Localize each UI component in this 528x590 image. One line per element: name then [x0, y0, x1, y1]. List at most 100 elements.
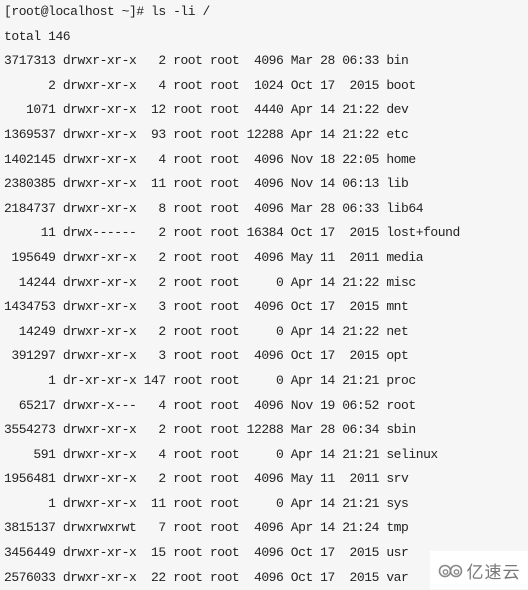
entry-group: root [202, 176, 240, 192]
entry-inode: 14249 [4, 323, 56, 339]
entry-owner: root [165, 102, 203, 118]
cloud-logo-icon [438, 564, 462, 578]
entry-time: 21:22 [334, 274, 379, 290]
entry-perms: drwxr-xr-x [55, 200, 137, 216]
entry-size: 1024 [239, 77, 284, 93]
entry-name: tmp [378, 520, 409, 536]
entry-owner: root [165, 446, 203, 462]
entry-time: 21:22 [334, 102, 379, 118]
entry-perms: drwxr-xr-x [55, 569, 137, 585]
entry-owner: root [165, 397, 203, 413]
entry-owner: root [165, 225, 203, 241]
list-item: 1369537 drwxr-xr-x 93 root root 12288 Ap… [4, 123, 528, 148]
entry-links: 2 [136, 249, 166, 265]
entry-group: root [202, 53, 240, 69]
entry-day: 28 [312, 53, 335, 69]
entry-name: sys [378, 495, 409, 511]
entry-month: Mar [283, 53, 314, 69]
entry-group: root [202, 102, 240, 118]
list-item: 1956481 drwxr-xr-x 2 root root 4096 May … [4, 467, 528, 492]
entry-month: Apr [283, 372, 314, 388]
entry-time: 2015 [334, 225, 380, 241]
entry-inode: 2 [4, 77, 56, 93]
entry-time: 21:22 [334, 323, 379, 339]
entry-perms: drwxr-x--- [55, 397, 137, 413]
entry-day: 14 [312, 323, 335, 339]
entry-inode: 1369537 [4, 126, 56, 142]
entry-name: var [378, 569, 409, 585]
entry-name: lib [378, 176, 409, 192]
entry-size: 4096 [239, 545, 284, 561]
entry-perms: drwxr-xr-x [55, 545, 137, 561]
entry-time: 2011 [334, 471, 380, 487]
entry-name: lost+found [378, 225, 460, 241]
entry-name: boot [378, 77, 416, 93]
entry-day: 14 [312, 274, 335, 290]
entry-group: root [202, 274, 240, 290]
entry-inode: 3717313 [4, 53, 56, 69]
entry-size: 4096 [239, 53, 284, 69]
total-line: total 146 [4, 28, 71, 44]
entry-size: 0 [239, 274, 284, 290]
entry-size: 4440 [239, 102, 284, 118]
entry-day: 14 [312, 372, 335, 388]
entry-time: 22:05 [334, 151, 379, 167]
entry-month: Apr [283, 126, 314, 142]
entry-day: 18 [312, 151, 335, 167]
entry-month: Apr [283, 446, 314, 462]
entry-perms: drwxr-xr-x [55, 176, 137, 192]
entry-size: 4096 [239, 200, 284, 216]
entry-perms: drwx------ [55, 225, 137, 241]
entry-links: 8 [136, 200, 166, 216]
entry-size: 4096 [239, 397, 284, 413]
entry-group: root [202, 77, 240, 93]
entry-inode: 14244 [4, 274, 56, 290]
entry-inode: 391297 [4, 348, 56, 364]
entry-owner: root [165, 151, 203, 167]
entry-size: 0 [239, 372, 284, 388]
entry-inode: 195649 [4, 249, 56, 265]
entry-perms: drwxr-xr-x [55, 151, 137, 167]
entry-name: srv [378, 471, 409, 487]
entry-inode: 3815137 [4, 520, 56, 536]
entry-group: root [202, 323, 240, 339]
entry-group: root [202, 249, 240, 265]
entry-month: Mar [283, 422, 314, 438]
entry-inode: 2184737 [4, 200, 56, 216]
entry-month: Apr [283, 323, 314, 339]
list-item: 65217 drwxr-x--- 4 root root 4096 Nov 19… [4, 394, 528, 419]
entry-day: 14 [312, 102, 335, 118]
entry-day: 14 [312, 176, 335, 192]
entry-month: Mar [283, 200, 314, 216]
list-item: 3554273 drwxr-xr-x 2 root root 12288 Mar… [4, 418, 528, 443]
entry-time: 2015 [334, 569, 380, 585]
entry-time: 06:52 [334, 397, 379, 413]
entry-owner: root [165, 569, 203, 585]
list-item: 1 dr-xr-xr-x 147 root root 0 Apr 14 21:2… [4, 369, 528, 394]
entry-name: dev [378, 102, 409, 118]
entry-size: 4096 [239, 151, 284, 167]
entry-perms: drwxr-xr-x [55, 53, 137, 69]
entry-size: 0 [239, 495, 284, 511]
entry-name: proc [378, 372, 416, 388]
entry-links: 2 [136, 53, 166, 69]
list-item: 591 drwxr-xr-x 4 root root 0 Apr 14 21:2… [4, 443, 528, 468]
entry-links: 2 [136, 274, 166, 290]
entry-month: Apr [283, 274, 314, 290]
entry-links: 7 [136, 520, 166, 536]
entry-name: net [378, 323, 409, 339]
entry-group: root [202, 397, 240, 413]
list-item: 14244 drwxr-xr-x 2 root root 0 Apr 14 21… [4, 271, 528, 296]
entry-time: 21:21 [334, 446, 379, 462]
entry-day: 14 [312, 126, 335, 142]
entry-links: 4 [136, 151, 166, 167]
entry-perms: dr-xr-xr-x [55, 372, 137, 388]
entry-day: 17 [312, 569, 335, 585]
entry-time: 2015 [334, 77, 380, 93]
entry-month: Oct [283, 299, 314, 315]
entry-inode: 1071 [4, 102, 56, 118]
entry-group: root [202, 225, 240, 241]
entry-links: 93 [136, 126, 166, 142]
entry-time: 21:21 [334, 495, 379, 511]
entry-size: 4096 [239, 299, 284, 315]
